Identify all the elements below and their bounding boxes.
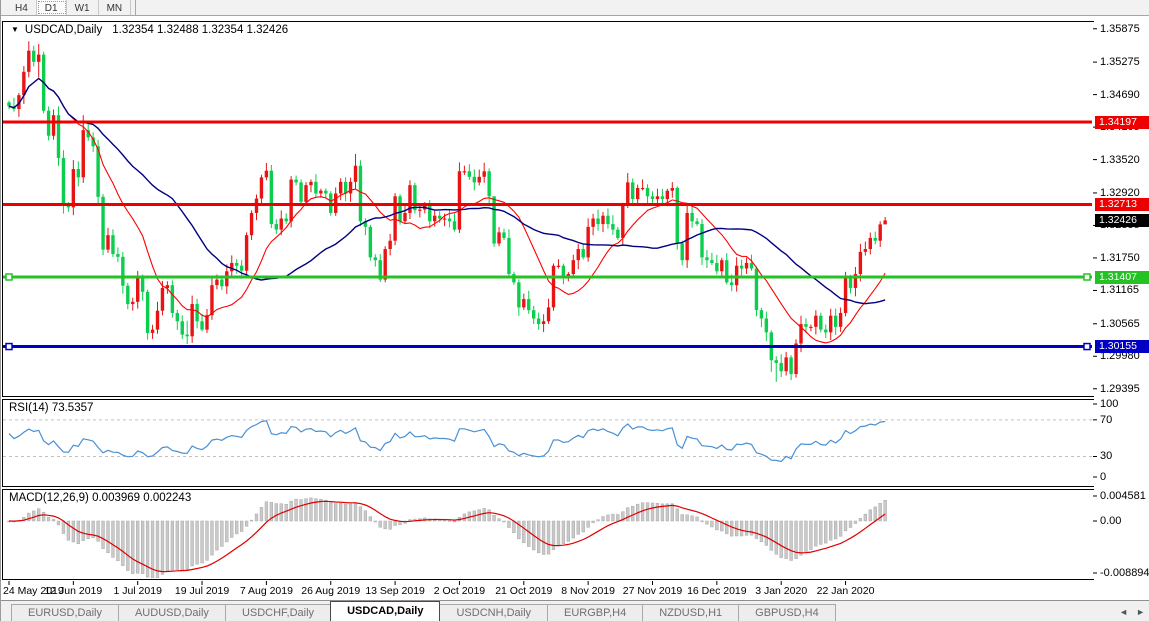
symbol-dropdown-icon[interactable]: ▼ (11, 25, 19, 34)
date-axis-strip[interactable] (1, 581, 1094, 600)
chart-ohlc-values: 1.32354 1.32488 1.32354 1.32426 (112, 24, 288, 36)
chart-tab-gbpusd[interactable]: GBPUSD,H4 (738, 604, 836, 621)
chart-tab-bar: EURUSD,DailyAUDUSD,DailyUSDCHF,DailyUSDC… (1, 600, 1149, 621)
chart-title: ▼ USDCAD,Daily 1.32354 1.32488 1.32354 1.3… (11, 24, 288, 36)
chart-tab-usdchf[interactable]: USDCHF,Daily (225, 604, 331, 621)
chart-tab-eurusd[interactable]: EURUSD,Daily (11, 604, 119, 621)
toolbar-separator (135, 0, 136, 15)
tab-scroll-left-icon[interactable]: ◄ (1119, 607, 1128, 617)
tab-scroll-right-icon[interactable]: ► (1136, 607, 1145, 617)
macd-indicator-label: MACD(12,26,9) 0.003969 0.002243 (9, 492, 191, 504)
price-chart-panel[interactable] (2, 21, 1095, 397)
chart-tab-audusd[interactable]: AUDUSD,Daily (118, 604, 226, 621)
chart-tab-usdcad[interactable]: USDCAD,Daily (330, 601, 440, 621)
rsi-indicator-label: RSI(14) 73.5357 (9, 402, 93, 414)
timeframe-button-mn[interactable]: MN (99, 0, 132, 15)
rsi-indicator-panel[interactable] (2, 399, 1095, 487)
mt4-chart-window: H4D1W1MN 1.358751.352751.346901.341051.3… (0, 0, 1149, 621)
chart-tab-eurgbp[interactable]: EURGBP,H4 (547, 604, 643, 621)
chart-symbol-label: USDCAD,Daily (25, 24, 102, 36)
timeframe-toolbar: H4D1W1MN (1, 0, 1149, 16)
timeframe-button-w1[interactable]: W1 (67, 0, 99, 15)
price-scale-column[interactable] (1094, 16, 1149, 600)
timeframe-button-h4[interactable]: H4 (7, 0, 37, 15)
tab-scroll-arrows: ◄► (1119, 607, 1145, 617)
chart-tab-usdcnh[interactable]: USDCNH,Daily (439, 604, 548, 621)
chart-tab-nzdusd[interactable]: NZDUSD,H1 (642, 604, 739, 621)
timeframe-button-d1[interactable]: D1 (37, 0, 67, 15)
